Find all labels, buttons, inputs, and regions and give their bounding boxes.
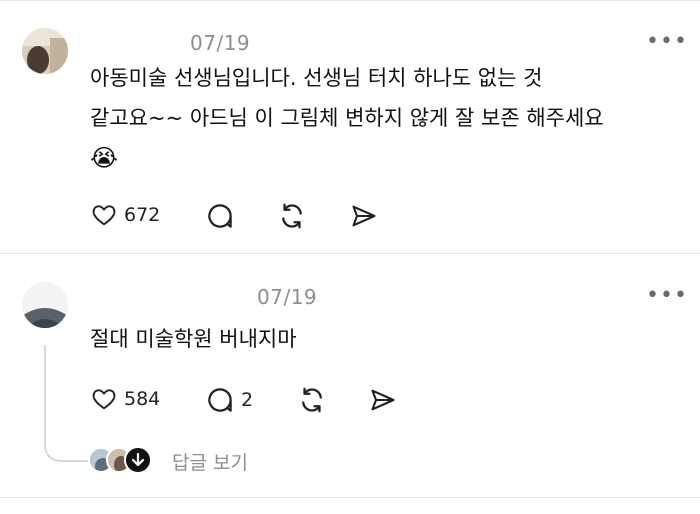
comment-text: 아동미술 선생님입니다. 선생님 터치 하나도 없는 것 같고요~~ 아드님 이… — [90, 58, 604, 178]
comment-text-line-1: 절대 미술학원 버내지마 — [90, 327, 297, 351]
comment-text-line-2: 같고요~~ 아드님 이 그림체 변하지 않게 잘 보존 해주세요 — [90, 106, 604, 130]
comment-text: 절대 미술학원 버내지마 — [90, 319, 297, 359]
like-count: 584 — [124, 388, 161, 410]
top-divider — [0, 0, 700, 1]
comment-button[interactable]: 2 — [205, 385, 253, 415]
comment-count: 2 — [241, 389, 254, 411]
post-date: 07/19 — [190, 31, 251, 55]
more-dots-icon[interactable]: ••• — [646, 31, 688, 53]
comment-bubble-icon — [208, 204, 232, 228]
view-replies-link[interactable]: 답글 보기 — [172, 448, 248, 475]
share-button[interactable] — [368, 386, 398, 414]
thread-line — [44, 345, 46, 441]
send-icon — [352, 205, 376, 227]
avatar[interactable] — [22, 282, 68, 328]
bottom-divider — [0, 497, 700, 498]
repost-icon — [302, 387, 322, 413]
thread-curve — [44, 440, 88, 462]
like-button[interactable]: 672 — [90, 202, 160, 228]
heart-icon — [92, 389, 116, 410]
like-count: 672 — [124, 204, 161, 226]
crying-emoji: 😭 — [90, 144, 119, 172]
arrow-down-icon[interactable] — [124, 446, 152, 474]
repost-button[interactable] — [297, 385, 327, 415]
post-divider — [0, 253, 700, 254]
avatar[interactable] — [22, 28, 68, 74]
like-button[interactable]: 584 — [90, 386, 160, 412]
heart-icon — [92, 205, 116, 226]
comment-text-line-1: 아동미술 선생님입니다. 선생님 터치 하나도 없는 것 — [90, 66, 543, 90]
repost-button[interactable] — [277, 201, 307, 231]
more-dots-icon[interactable]: ••• — [646, 285, 688, 307]
send-icon — [371, 389, 395, 411]
share-button[interactable] — [349, 202, 379, 230]
comment-button[interactable] — [205, 201, 235, 231]
comment-bubble-icon — [208, 388, 232, 412]
post-date: 07/19 — [257, 285, 318, 309]
repost-icon — [282, 203, 302, 229]
